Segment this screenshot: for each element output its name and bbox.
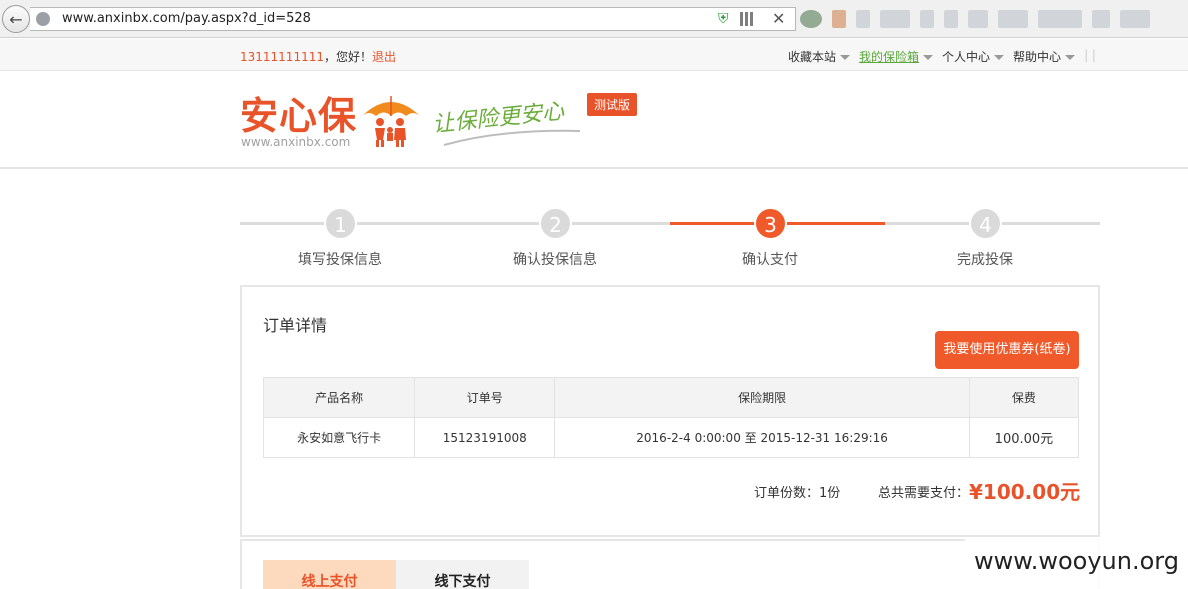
- nav-personal-label: 个人中心: [942, 50, 991, 64]
- browser-toolbar: ← www.anxinbx.com/pay.aspx?d_id=528 ⛨ ✕: [0, 0, 1188, 38]
- col-order-no: 订单号: [414, 377, 556, 418]
- order-count: 订单份数：1份: [754, 486, 841, 501]
- step-label: 确认投保信息: [513, 252, 597, 268]
- close-icon[interactable]: ✕: [772, 9, 785, 28]
- back-arrow-icon[interactable]: ←: [2, 5, 30, 33]
- step-3: 3 确认支付: [670, 207, 885, 269]
- premium: 100.00元: [968, 417, 1080, 458]
- top-nav: 收藏本站 我的保险箱 个人中心 帮助中心 | |: [788, 48, 1096, 65]
- nav-bookmark[interactable]: 收藏本站: [788, 48, 851, 65]
- col-product: 产品名称: [262, 377, 416, 418]
- greeting-text: ，您好！: [323, 50, 372, 64]
- step-label: 确认支付: [742, 252, 798, 268]
- table-header-row: 产品名称 订单号 保险期限 保费: [262, 377, 1080, 418]
- top-utility-bar: 13111111111，您好！退出 收藏本站 我的保险箱 个人中心 帮助中心 |…: [0, 39, 1188, 71]
- user-phone[interactable]: 13111111111: [240, 50, 324, 64]
- step-label: 填写投保信息: [298, 252, 382, 268]
- step-4: 4 完成投保: [885, 207, 1100, 269]
- blurred-toolbar-icons: [800, 8, 1185, 30]
- shield-icon[interactable]: ⛨: [718, 11, 732, 27]
- test-version-badge: 测试版: [587, 93, 638, 116]
- umbrella-family-icon: [362, 96, 420, 147]
- logo-text[interactable]: 安心保: [240, 96, 357, 136]
- nav-bookmark-label: 收藏本站: [788, 50, 837, 64]
- product-name[interactable]: 永安如意飞行卡: [262, 417, 416, 458]
- nav-help[interactable]: 帮助中心: [1013, 48, 1076, 65]
- step-number: 3: [754, 207, 787, 240]
- url-text[interactable]: www.anxinbx.com/pay.aspx?d_id=528: [62, 11, 311, 26]
- step-1: 1 填写投保信息: [240, 207, 455, 269]
- step-number: 1: [324, 207, 357, 240]
- progress-steps: 1 填写投保信息 2 确认投保信息 3 确认支付 4 完成投保: [240, 207, 1100, 269]
- chevron-down-icon: [994, 55, 1005, 60]
- nav-help-label: 帮助中心: [1013, 50, 1062, 64]
- site-header: 安心保 www.anxinbx.com 让保险更安心 测试版: [0, 72, 1188, 169]
- qr-code-icon[interactable]: [740, 12, 754, 26]
- insurance-period: 2016-2-4 0:00:00 至 2015-12-31 16:29:16: [554, 417, 970, 458]
- globe-icon: [36, 12, 50, 26]
- order-number: 15123191008: [414, 417, 556, 458]
- chevron-down-icon: [840, 55, 851, 60]
- chevron-down-icon: [1065, 55, 1076, 60]
- chevron-down-icon: [923, 55, 934, 60]
- use-coupon-button[interactable]: 我要使用优惠券(纸卷): [935, 331, 1079, 369]
- user-greeting: 13111111111，您好！退出: [240, 48, 396, 65]
- order-details-panel: 订单详情 我要使用优惠券(纸卷) 产品名称 订单号 保险期限 保费 永安如意飞行…: [240, 285, 1100, 537]
- col-period: 保险期限: [554, 377, 970, 418]
- logout-link[interactable]: 退出: [372, 50, 396, 64]
- nav-personal[interactable]: 个人中心: [942, 48, 1005, 65]
- order-total: 总共需要支付：¥100.00元: [878, 476, 1080, 505]
- step-number: 4: [969, 207, 1002, 240]
- order-details-title: 订单详情: [263, 316, 328, 335]
- nav-my-insurance[interactable]: 我的保险箱: [859, 48, 934, 65]
- table-row: 永安如意飞行卡 15123191008 2016-2-4 0:00:00 至 2…: [262, 417, 1080, 458]
- total-amount: ¥100.00元: [969, 480, 1081, 504]
- slogan-swoosh: [443, 129, 581, 146]
- watermark: www.wooyun.org: [965, 538, 1188, 589]
- nav-my-insurance-label: 我的保险箱: [859, 50, 920, 64]
- tab-online-payment[interactable]: 线上支付: [263, 560, 396, 589]
- order-table: 产品名称 订单号 保险期限 保费 永安如意飞行卡 15123191008 201…: [262, 377, 1080, 458]
- address-bar[interactable]: www.anxinbx.com/pay.aspx?d_id=528 ⛨ ✕: [30, 7, 796, 31]
- step-2: 2 确认投保信息: [455, 207, 670, 269]
- total-label: 总共需要支付：: [878, 486, 970, 501]
- tab-offline-payment[interactable]: 线下支付: [396, 560, 529, 589]
- col-fee: 保费: [968, 377, 1080, 418]
- divider: | |: [1084, 48, 1096, 62]
- step-label: 完成投保: [957, 252, 1013, 268]
- logo-url: www.anxinbx.com: [241, 135, 351, 149]
- step-number: 2: [539, 207, 572, 240]
